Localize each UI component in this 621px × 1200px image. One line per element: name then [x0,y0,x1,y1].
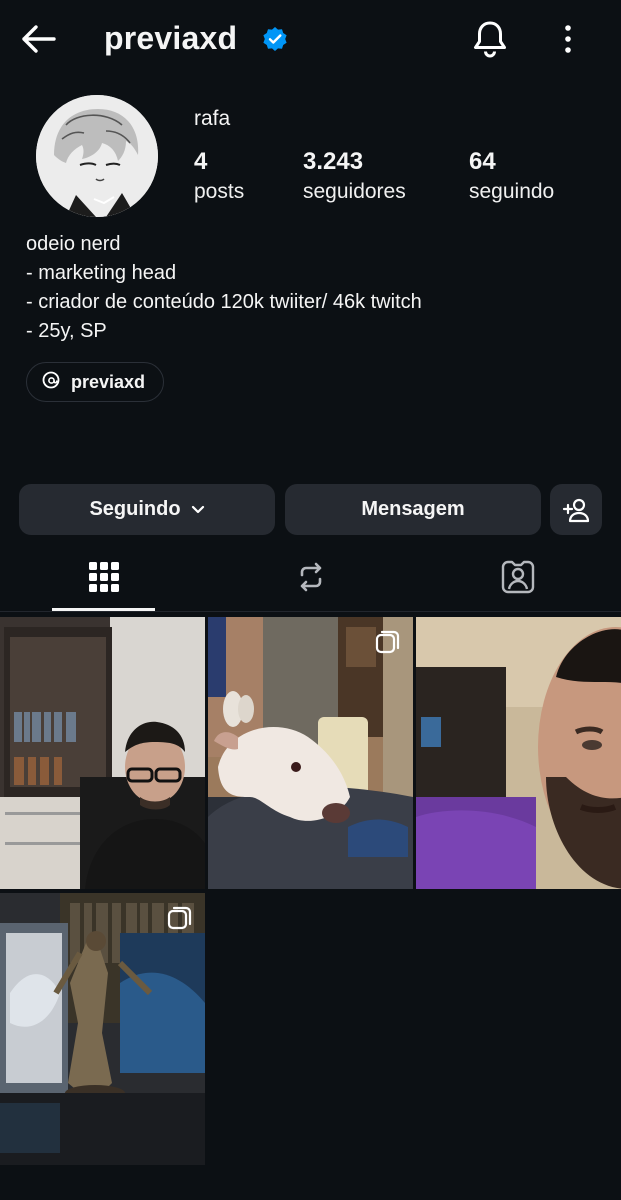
message-button-label: Mensagem [361,498,465,520]
tagged-icon [500,559,536,600]
posts-count[interactable]: 4 posts [194,148,244,204]
tab-reposts[interactable] [207,546,414,612]
active-tab-indicator [52,608,155,611]
profile-username-title: previaxd [104,20,238,56]
post-thumbnail[interactable] [0,617,205,889]
followers-label: seguidores [303,180,406,203]
message-button[interactable]: Mensagem [285,484,541,535]
following-number: 64 [469,148,496,175]
profile-bio: odeio nerd - marketing head - criador de… [26,230,422,346]
threads-icon [41,370,61,395]
verified-badge-icon [262,26,288,52]
profile-tabs [0,546,621,612]
add-user-icon [562,497,590,523]
following-button[interactable]: Seguindo [19,484,275,535]
more-options-icon[interactable] [556,22,580,58]
grid-icon [88,561,120,598]
multiple-media-icon [375,629,401,655]
tab-posts-grid[interactable] [0,546,207,612]
tab-tagged[interactable] [414,546,621,612]
bio-line: - marketing head [26,262,177,284]
followers-count[interactable]: 3.243 seguidores [303,148,406,204]
following-count[interactable]: 64 seguindo [469,148,554,204]
bio-line: odeio nerd [26,233,121,255]
bio-line: - criador de conteúdo 120k twiiter/ 46k … [26,291,422,313]
followers-number: 3.243 [303,148,364,175]
bio-line: - 25y, SP [26,320,107,342]
profile-avatar[interactable] [36,95,158,217]
posts-label: posts [194,180,245,203]
post-thumbnail[interactable] [416,617,621,889]
following-label: seguindo [469,180,555,203]
post-thumbnail[interactable] [208,617,413,889]
display-name: rafa [194,107,231,130]
chevron-down-icon [191,505,205,515]
post-thumbnail[interactable] [0,893,205,1165]
threads-handle: previaxd [71,371,146,392]
reels-repost-icon [294,560,328,599]
back-arrow-icon[interactable] [18,18,60,60]
posts-number: 4 [194,148,208,175]
following-button-label: Seguindo [89,498,181,520]
threads-link-chip[interactable]: previaxd [26,362,165,402]
add-user-button[interactable] [550,484,602,535]
notification-bell-icon[interactable] [470,18,510,60]
multiple-media-icon [167,905,193,931]
top-bar: previaxd [0,0,621,80]
